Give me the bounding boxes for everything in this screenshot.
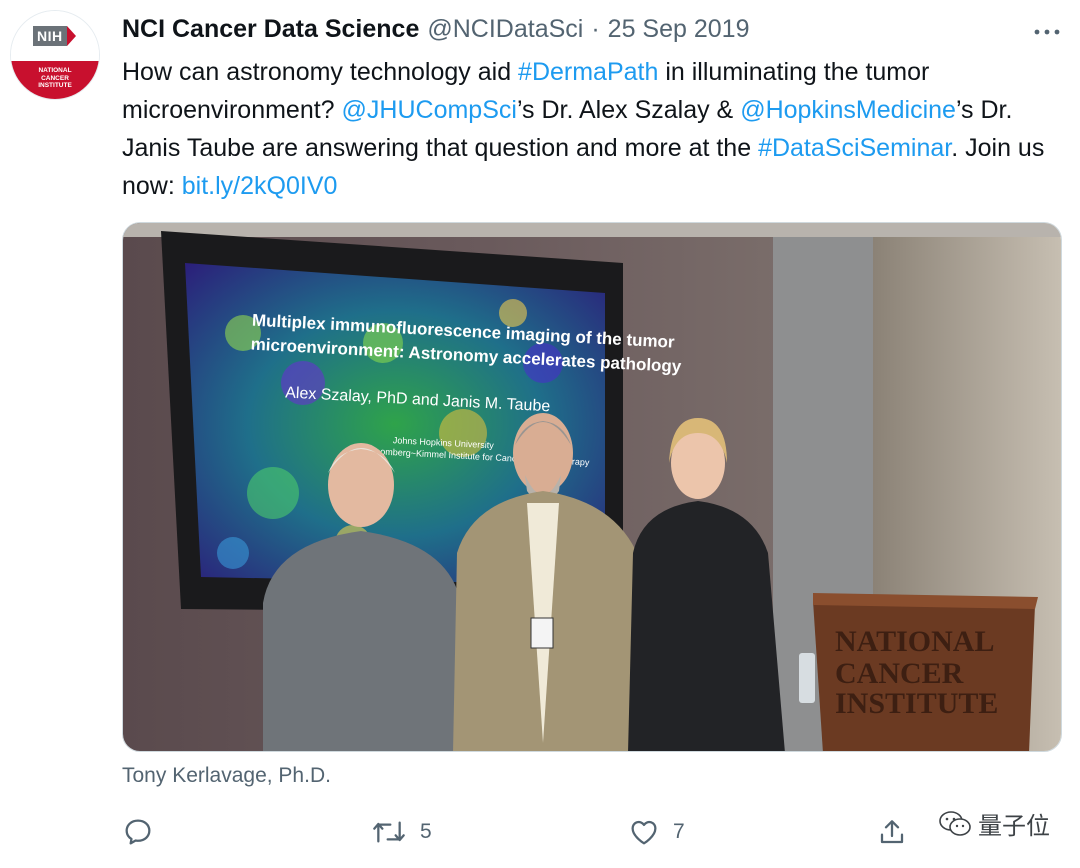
heart-icon: [631, 820, 657, 845]
tweet-link[interactable]: @HopkinsMedicine: [740, 96, 956, 124]
tweet-text-segment: ’s Dr. Alex Szalay &: [516, 96, 741, 124]
reply-button[interactable]: [122, 812, 166, 852]
author-avatar[interactable]: NIH NATIONAL CANCER INSTITUTE: [10, 10, 100, 100]
tweet-date[interactable]: 25 Sep 2019: [608, 15, 750, 44]
podium-line-3: INSTITUTE: [835, 687, 998, 720]
tweet-photo[interactable]: Multiplex immunofluorescence imaging of …: [122, 222, 1062, 752]
like-button[interactable]: 7: [627, 812, 685, 852]
tweet-actions: 5 7: [122, 812, 1062, 856]
like-count: 7: [673, 820, 685, 843]
reply-icon: [125, 819, 151, 845]
retweet-count: 5: [420, 820, 432, 843]
avatar-line-2: CANCER: [41, 74, 69, 82]
tweet-link[interactable]: @JHUCompSci: [342, 96, 517, 124]
author-handle[interactable]: @NCIDataSci: [427, 15, 583, 44]
avatar-institute-label: NATIONAL CANCER INSTITUTE: [11, 61, 99, 99]
nih-logo-text: NIH: [33, 26, 67, 46]
tweet-link[interactable]: bit.ly/2kQ0IV0: [182, 172, 338, 200]
watermark-text: 量子位: [978, 813, 1050, 840]
more-dots-icon[interactable]: [1034, 16, 1060, 42]
header-separator: ·: [591, 14, 600, 43]
tweet-text: How can astronomy technology aid #DermaP…: [122, 53, 1067, 205]
author-name[interactable]: NCI Cancer Data Science: [122, 15, 419, 44]
nih-logo-arrow: [66, 26, 76, 46]
photo-caption[interactable]: Tony Kerlavage, Ph.D.: [122, 764, 331, 788]
podium: NATIONAL CANCER INSTITUTE: [799, 593, 1038, 751]
podium-line-1: NATIONAL: [835, 625, 994, 658]
tweet-link[interactable]: #DataSciSeminar: [758, 134, 951, 162]
retweet-icon: [373, 821, 405, 843]
tweet-link[interactable]: #DermaPath: [518, 58, 658, 86]
retweet-button[interactable]: 5: [370, 812, 432, 852]
share-icon: [880, 820, 904, 844]
avatar-top: NIH: [11, 11, 99, 61]
wechat-logo-icon: [939, 810, 971, 836]
tweet-header: NCI Cancer Data Science @NCIDataSci · 25…: [122, 13, 749, 45]
nih-logo-badge: NIH: [33, 26, 76, 46]
share-button[interactable]: [876, 812, 920, 852]
watermark: 量子位: [938, 806, 1050, 841]
avatar-line-1: NATIONAL: [38, 67, 72, 74]
tweet-text-segment: How can astronomy technology aid: [122, 58, 519, 86]
podium-line-2: CANCER: [835, 657, 964, 690]
avatar-line-3: INSTITUTE: [38, 82, 72, 89]
